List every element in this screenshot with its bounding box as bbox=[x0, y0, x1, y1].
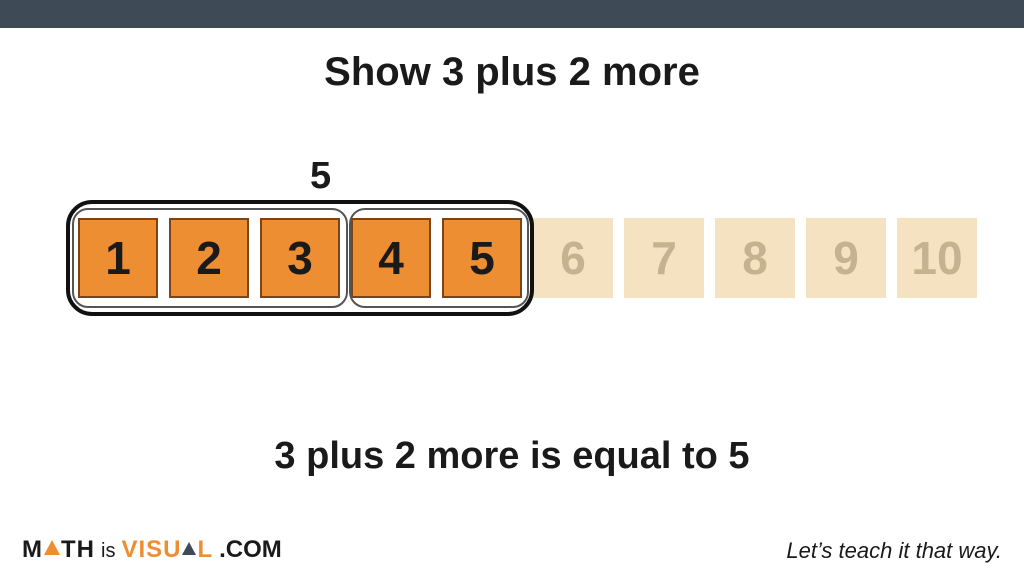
page-title: Show 3 plus 2 more bbox=[0, 50, 1024, 95]
number-tile-10: 10 bbox=[897, 218, 977, 298]
footer: M TH is VISU L.COM Let’s teach it that way… bbox=[22, 536, 1002, 564]
logo-m: M bbox=[22, 536, 43, 563]
number-tile-2: 2 bbox=[169, 218, 249, 298]
number-tile-6: 6 bbox=[533, 218, 613, 298]
number-tile-7: 7 bbox=[624, 218, 704, 298]
number-tile-5: 5 bbox=[442, 218, 522, 298]
logo-th: TH bbox=[61, 536, 95, 563]
number-tile-8: 8 bbox=[715, 218, 795, 298]
logo-math: M TH bbox=[22, 536, 95, 564]
logo-l: L bbox=[197, 536, 213, 563]
logo-visual: VISU L bbox=[121, 536, 213, 564]
logo-is: is bbox=[101, 540, 115, 563]
number-tile-3: 3 bbox=[260, 218, 340, 298]
site-logo: M TH is VISU L.COM bbox=[22, 536, 282, 564]
logo-visu: VISU bbox=[121, 536, 181, 563]
logo-com: .COM bbox=[219, 536, 282, 564]
number-strip: 12345678910 bbox=[78, 218, 978, 318]
tagline: Let’s teach it that way. bbox=[786, 538, 1002, 564]
number-tile-9: 9 bbox=[806, 218, 886, 298]
header-bar bbox=[0, 0, 1024, 28]
number-tile-1: 1 bbox=[78, 218, 158, 298]
answer-text: 3 plus 2 more is equal to 5 bbox=[0, 435, 1024, 478]
number-tile-4: 4 bbox=[351, 218, 431, 298]
sum-label: 5 bbox=[310, 155, 331, 198]
